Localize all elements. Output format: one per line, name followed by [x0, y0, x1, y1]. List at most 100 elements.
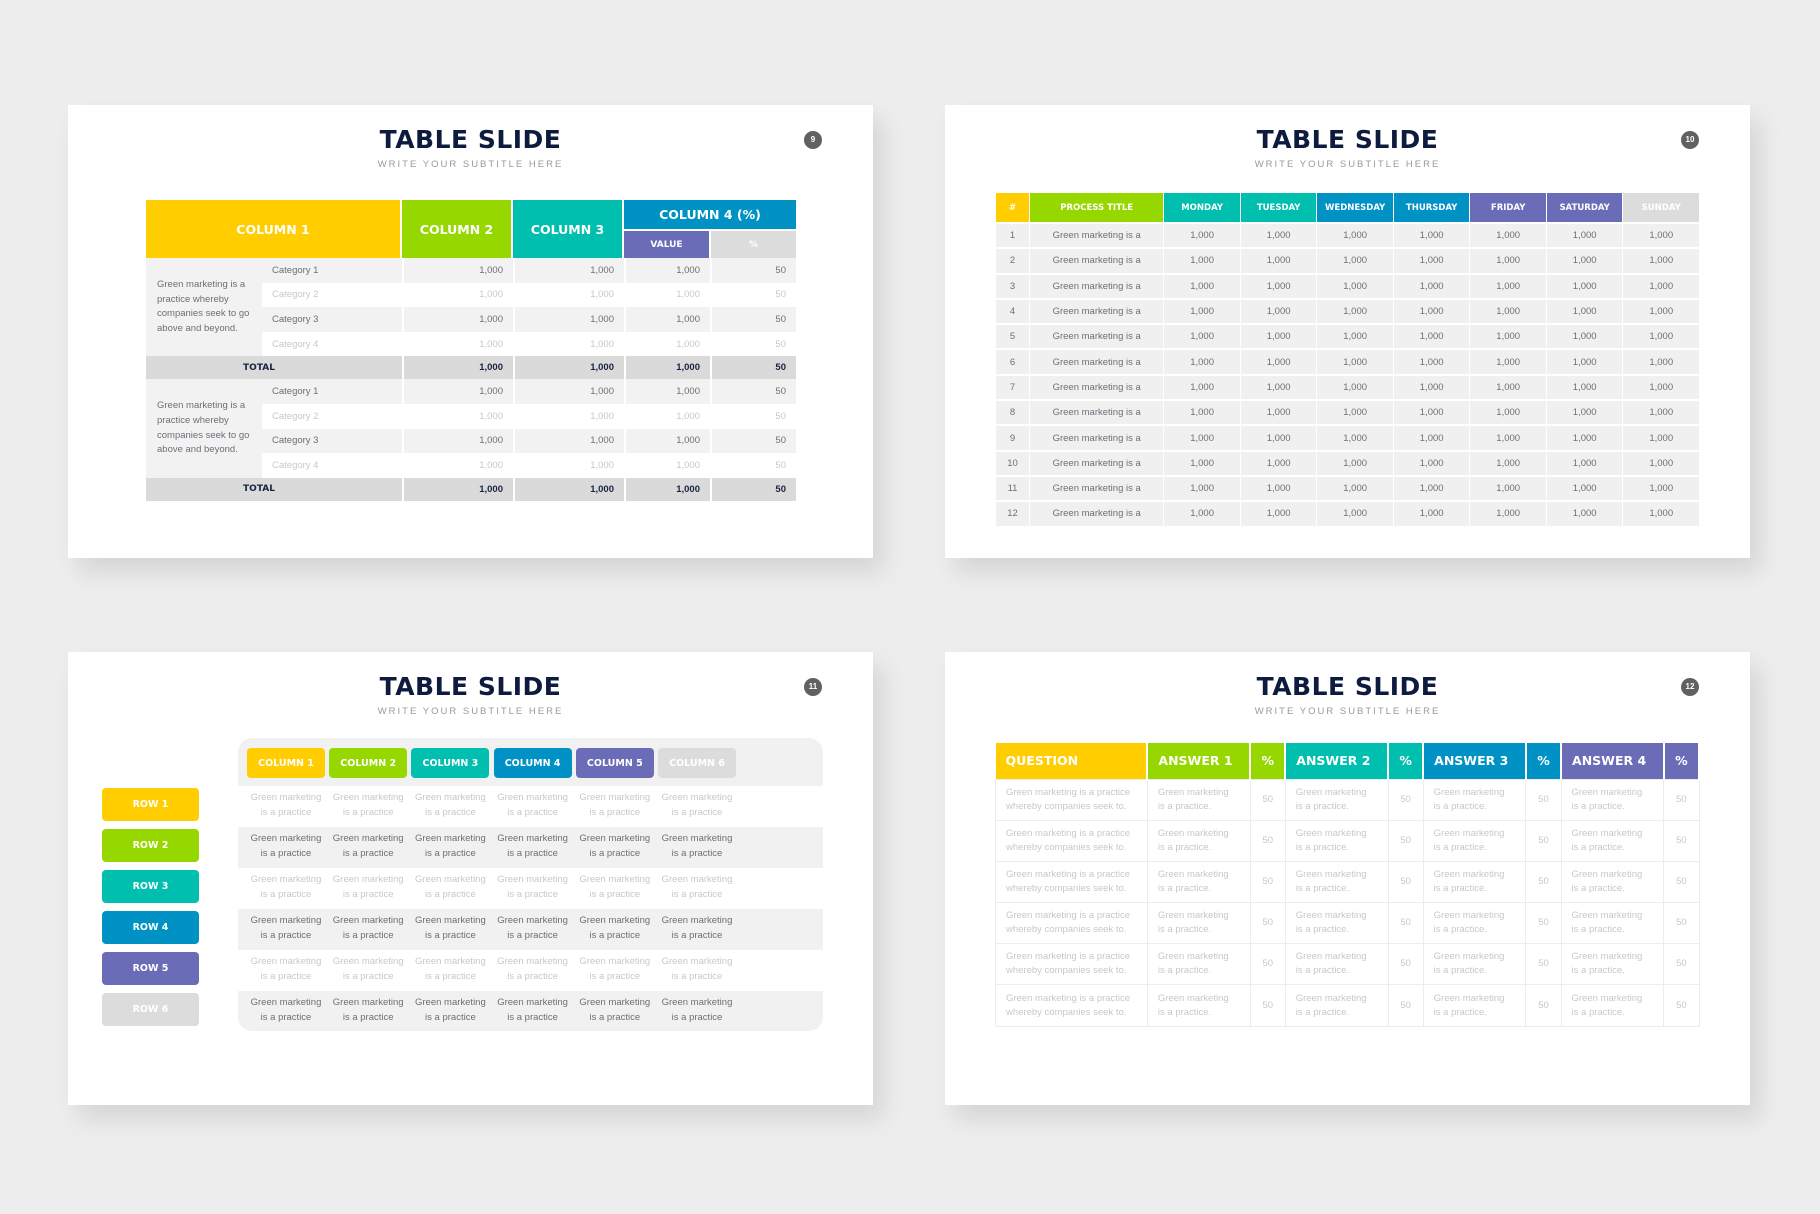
- column-3-cell: 1,000: [513, 282, 624, 308]
- cell-line: is a practice: [425, 1011, 476, 1023]
- slide-title: TABLE SLIDE: [379, 672, 562, 701]
- answer-line: Green marketing: [1157, 868, 1229, 880]
- percent-cell: 50: [1525, 778, 1562, 821]
- day-value-cell: 1,000: [1240, 350, 1317, 374]
- table-row: Category 3 1,000 1,000 1,000 50: [262, 307, 796, 332]
- question-line: whereby companies seek to.: [1006, 841, 1127, 853]
- matrix-cell: Green marketing is a practice: [411, 832, 489, 861]
- answer-cell: Green marketing is a practice.: [1284, 778, 1389, 821]
- answer-cell: Green marketing is a practice.: [1422, 819, 1527, 862]
- question-line: whereby companies seek to.: [1006, 924, 1127, 936]
- day-value-cell: 1,000: [1317, 325, 1393, 349]
- cell-line: Green marketing: [661, 956, 733, 967]
- column-2-cell: 1,000: [402, 403, 513, 429]
- day-value-cell: 1,000: [1470, 350, 1546, 374]
- day-value-cell: 1,000: [1317, 274, 1393, 298]
- cell-line: is a practice: [671, 847, 723, 859]
- percent-cell: 50: [1663, 819, 1700, 862]
- percent-cell: 50: [710, 307, 796, 332]
- answer-line: Green marketing: [1157, 910, 1229, 922]
- page-number-badge: 12: [1681, 678, 1699, 696]
- table-body: Green marketing is a practice whereby co…: [146, 258, 796, 501]
- matrix-cell: Green marketing is a practice: [494, 791, 572, 820]
- table-row: 5 Green marketing is a 1,000 1,000 1,000 1,00…: [996, 325, 1699, 349]
- slide-title: TABLE SLIDE: [1256, 125, 1439, 154]
- table-row: 12 Green marketing is a 1,000 1,000 1,000 1,0…: [996, 502, 1699, 526]
- answer-line: is a practice.: [1571, 882, 1625, 894]
- cell-line: Green marketing: [579, 997, 651, 1008]
- slide-subtitle: WRITE YOUR SUBTITLE HERE: [377, 159, 564, 170]
- question-line: whereby companies seek to.: [1006, 1006, 1127, 1018]
- category-cell: Category 3: [272, 435, 319, 447]
- cell-line: Green marketing: [579, 874, 651, 885]
- question-line: Green marketing is a practice: [1006, 868, 1131, 880]
- answer-line: Green marketing: [1295, 827, 1367, 839]
- header-percent: %: [1250, 743, 1287, 779]
- column-3-cell: 1,000: [513, 258, 624, 283]
- day-value-cell: 1,000: [1240, 476, 1317, 501]
- column-3-cell: 1,000: [513, 331, 624, 357]
- table-row: Green marketing is a practice whereby com…: [995, 943, 1700, 986]
- matrix-cell: Green marketing is a practice: [247, 955, 325, 984]
- cell-line: is a practice: [260, 929, 312, 941]
- day-value-cell: 1,000: [1240, 224, 1317, 248]
- matrix-cell: Green marketing is a practice: [658, 996, 736, 1025]
- day-value-cell: 1,000: [1240, 502, 1317, 526]
- table-row: 4 Green marketing is a 1,000 1,000 1,000 1,00…: [996, 299, 1699, 324]
- answer-cell: Green marketing is a practice.: [1146, 819, 1251, 862]
- table-header: QUESTION ANSWER 1% ANSWER 2% ANSWER 3% ANSWE…: [995, 743, 1701, 779]
- answer-line: is a practice.: [1433, 1006, 1487, 1018]
- day-value-cell: 1,000: [1623, 451, 1699, 475]
- category-cell: Category 1: [272, 264, 319, 276]
- matrix-cell: Green marketing is a practice: [576, 914, 654, 943]
- value-cell: 1,000: [624, 307, 710, 332]
- process-title-cell: Green marketing is a: [1030, 224, 1164, 248]
- answer-cell: Green marketing is a practice.: [1422, 902, 1527, 945]
- table-row: Green marketing is a practice whereby com…: [995, 902, 1700, 945]
- percent-cell: 50: [1525, 943, 1562, 986]
- cell-line: Green marketing: [579, 956, 651, 967]
- header-answer-4: ANSWER 4: [1561, 743, 1665, 779]
- cell-line: Green marketing: [332, 997, 404, 1008]
- answer-cell: Green marketing is a practice.: [1560, 819, 1665, 862]
- answer-line: Green marketing: [1571, 868, 1643, 880]
- cell-line: is a practice: [589, 929, 641, 941]
- day-value-cell: 1,000: [1164, 426, 1240, 450]
- answer-line: is a practice.: [1433, 841, 1487, 853]
- day-value-cell: 1,000: [1623, 325, 1699, 349]
- process-title-cell: Green marketing is a: [1030, 375, 1164, 400]
- day-value-cell: 1,000: [1470, 451, 1546, 475]
- cell-line: Green marketing: [250, 792, 322, 803]
- cell-line: is a practice: [589, 806, 641, 818]
- header-saturday: SATURDAY: [1546, 193, 1623, 222]
- total-row: TOTAL 1,000 1,000 1,000 50: [146, 356, 796, 380]
- day-value-cell: 1,000: [1623, 502, 1699, 526]
- cell-line: Green marketing: [415, 792, 486, 803]
- matrix-cell: Green marketing is a practice: [494, 955, 572, 984]
- day-value-cell: 1,000: [1623, 224, 1699, 248]
- day-value-cell: 1,000: [1470, 249, 1546, 273]
- question-line: whereby companies seek to.: [1006, 800, 1127, 812]
- cell-line: Green marketing: [250, 915, 322, 926]
- column-3-cell: 1,000: [513, 428, 624, 454]
- slide-subtitle: WRITE YOUR SUBTITLE HERE: [1254, 159, 1441, 170]
- table-row: 7 Green marketing is a 1,000 1,000 1,000 1,00…: [996, 375, 1699, 400]
- question-cell: Green marketing is a practice whereby com…: [995, 984, 1148, 1027]
- header-percent: %: [1388, 743, 1425, 779]
- matrix-cell: Green marketing is a practice: [576, 996, 654, 1025]
- cell-line: is a practice: [507, 929, 558, 941]
- day-value-cell: 1,000: [1317, 350, 1393, 374]
- answer-line: Green marketing: [1433, 951, 1505, 963]
- question-line: Green marketing is a practice: [1006, 827, 1131, 839]
- answer-cell: Green marketing is a practice.: [1560, 902, 1665, 945]
- percent-cell: 50: [710, 258, 796, 283]
- matrix-cell: Green marketing is a practice: [329, 955, 407, 984]
- table-row: Green marketing is a practice whereby com…: [995, 860, 1700, 904]
- day-value-cell: 1,000: [1240, 426, 1317, 450]
- cell-line: is a practice: [260, 970, 312, 982]
- answer-line: is a practice.: [1157, 882, 1212, 894]
- matrix-cell: Green marketing is a practice: [329, 832, 407, 861]
- answer-line: is a practice.: [1571, 924, 1625, 936]
- header-friday: FRIDAY: [1470, 193, 1546, 222]
- cell-line: Green marketing: [497, 833, 568, 844]
